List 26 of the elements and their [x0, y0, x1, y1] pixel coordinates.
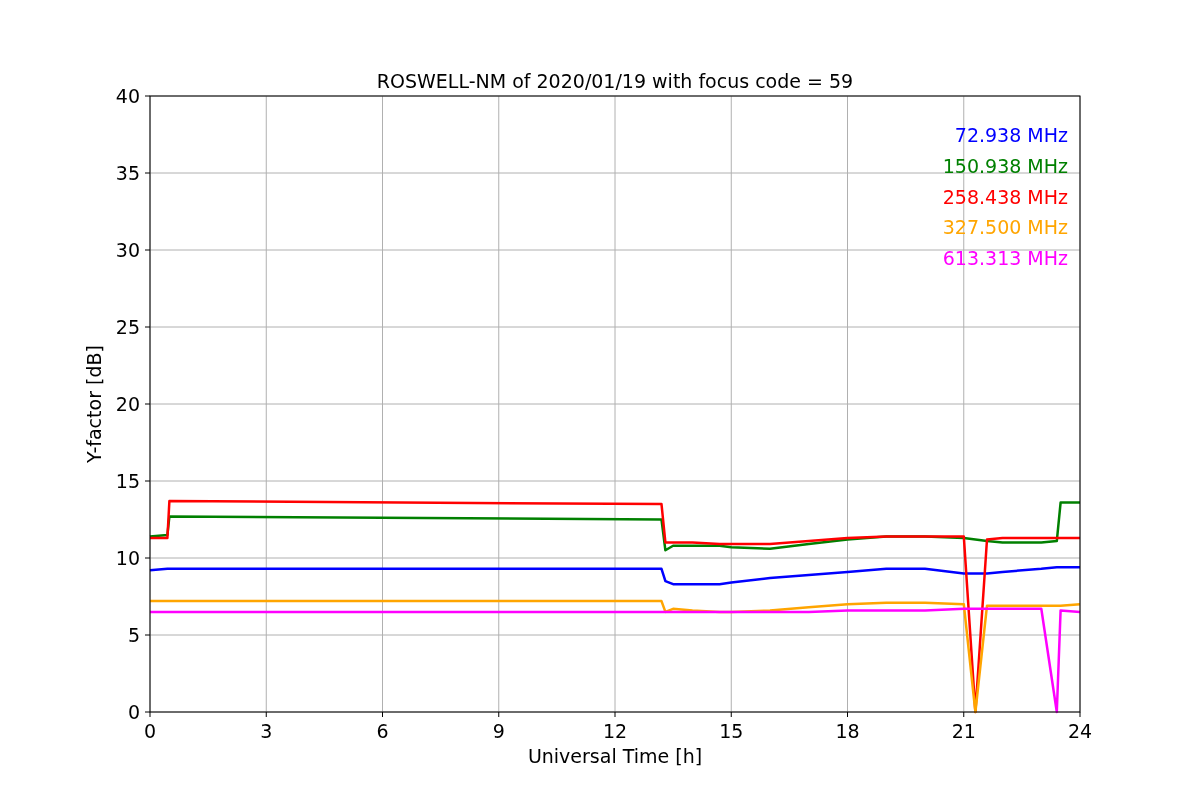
- legend-entry: 150.938 MHz: [942, 154, 1068, 177]
- x-tick-label: 21: [951, 720, 976, 742]
- y-axis-label: Y-factor [dB]: [83, 345, 105, 463]
- chart-title: ROSWELL-NM of 2020/01/19 with focus code = 59: [376, 70, 854, 92]
- x-tick-label: 24: [1067, 720, 1093, 742]
- x-tick-label: 3: [260, 720, 273, 742]
- y-tick-label: 5: [127, 624, 140, 646]
- x-tick-label: 6: [376, 720, 389, 742]
- x-tick-label: 9: [492, 720, 505, 742]
- y-tick-label: 35: [115, 162, 140, 184]
- legend-entry: 327.500 MHz: [942, 216, 1068, 239]
- x-tick-label: 0: [143, 720, 157, 742]
- y-tick-label: 10: [115, 547, 140, 569]
- y-tick-label: 20: [115, 393, 140, 415]
- x-tick-label: 18: [835, 720, 860, 742]
- y-tick-label: 40: [115, 85, 140, 107]
- x-tick-label: 15: [719, 720, 744, 742]
- legend-entry: 258.438 MHz: [942, 185, 1068, 208]
- y-tick-label: 15: [115, 470, 140, 492]
- x-axis-label: Universal Time [h]: [527, 745, 703, 767]
- legend-entry: 613.313 MHz: [942, 247, 1068, 270]
- y-tick-label: 25: [115, 316, 140, 338]
- x-tick-label: 12: [602, 720, 628, 742]
- y-tick-label: 0: [127, 701, 140, 723]
- y-tick-label: 30: [115, 239, 140, 261]
- legend-entry: 72.938 MHz: [954, 124, 1068, 146]
